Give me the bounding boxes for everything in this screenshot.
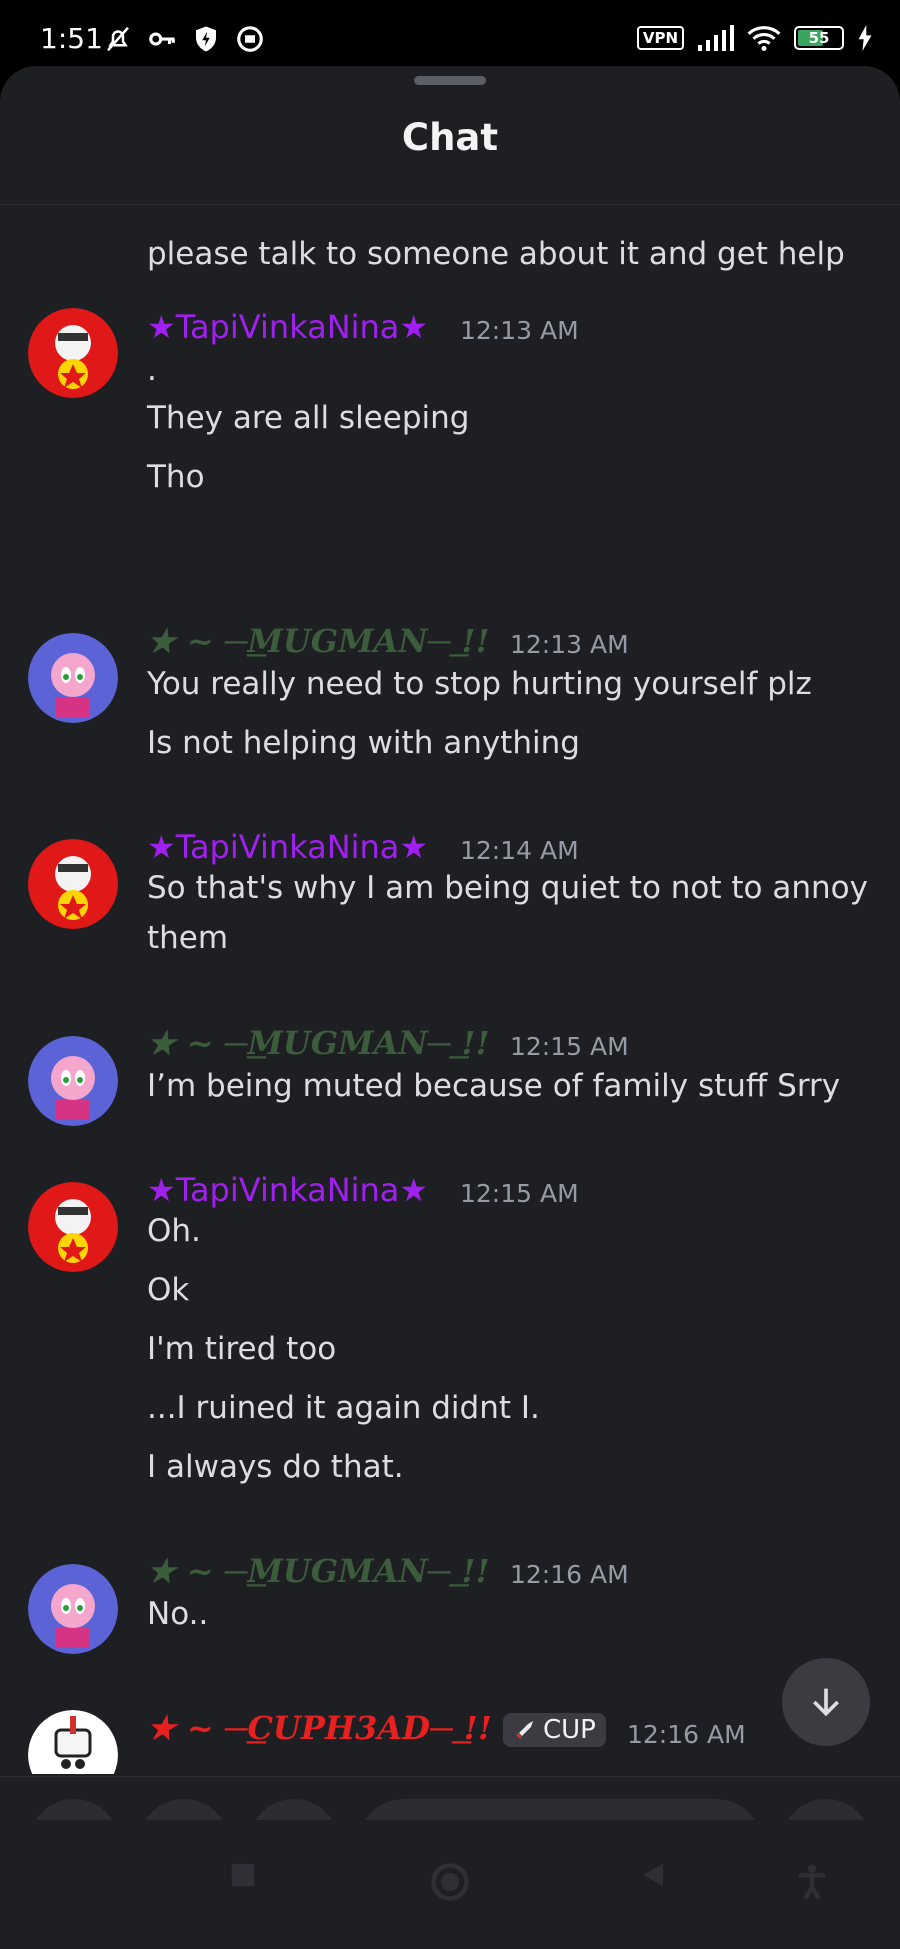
message-text: please talk to someone about it and get … <box>147 236 845 272</box>
message-text: Ok <box>147 1272 190 1308</box>
message-timestamp: 12:13 AM <box>460 316 579 345</box>
message-timestamp: 12:16 AM <box>627 1720 746 1749</box>
page-title: Chat <box>401 116 499 159</box>
avatar[interactable] <box>28 1710 118 1774</box>
message-text: I always do that. <box>147 1449 404 1485</box>
message-text: I’m being muted because of family stuff … <box>147 1068 841 1104</box>
battery-percent: 55 <box>808 29 830 47</box>
message-author[interactable]: ★TapiVinkaNina★ <box>147 1171 428 1209</box>
message-author[interactable]: ★ ~ ─͟CUPH3AD─͟ !! <box>147 1709 492 1747</box>
arrow-down-icon <box>813 1688 839 1717</box>
message-text: They are all sleeping <box>147 400 470 436</box>
system-navigation-bar <box>0 1820 900 1949</box>
message-author[interactable]: ★TapiVinkaNina★ <box>147 308 428 346</box>
battery-indicator: 55 <box>794 26 844 50</box>
record-icon <box>237 26 263 52</box>
message-text: You really need to stop hurting yourself… <box>147 666 812 702</box>
message-text: So that's why I am being quiet to not to… <box>147 870 868 906</box>
server-tag-label: CUP <box>543 1715 596 1745</box>
accessibility-button[interactable] <box>792 1860 832 1908</box>
signal-icon <box>698 25 734 51</box>
avatar[interactable] <box>28 308 118 398</box>
avatar[interactable] <box>28 1564 118 1654</box>
mute-bell-icon <box>107 26 129 52</box>
back-button[interactable] <box>638 1860 668 1894</box>
message-author[interactable]: ★ ~ ─͟MUGMAN─͟ !! <box>147 1552 490 1590</box>
message-text: Oh. <box>147 1213 201 1249</box>
chat-sheet: Chat please talk to someone about it and… <box>0 66 900 1949</box>
message-timestamp: 12:15 AM <box>510 1032 629 1061</box>
jump-to-bottom-button[interactable] <box>782 1658 870 1746</box>
avatar[interactable] <box>28 633 118 723</box>
message-author[interactable]: ★ ~ ─͟MUGMAN─͟ !! <box>147 1024 490 1062</box>
server-tag-badge[interactable]: CUP <box>503 1713 606 1747</box>
sheet-drag-handle[interactable] <box>414 76 486 85</box>
message-timestamp: 12:15 AM <box>460 1179 579 1208</box>
message-text: No.. <box>147 1596 209 1632</box>
message-timestamp: 12:13 AM <box>510 630 629 659</box>
charging-bolt-icon <box>858 25 872 51</box>
circle-icon <box>431 1863 469 1901</box>
avatar[interactable] <box>28 1182 118 1272</box>
key-icon <box>149 32 175 46</box>
message-text: I'm tired too <box>147 1331 337 1367</box>
message-text: them <box>147 920 229 956</box>
message-timestamp: 12:16 AM <box>510 1560 629 1589</box>
message-list[interactable]: please talk to someone about it and get … <box>0 204 900 1774</box>
square-icon <box>231 1863 255 1887</box>
triangle-back-icon <box>643 1863 663 1887</box>
wifi-icon <box>747 26 781 52</box>
message-author[interactable]: ★TapiVinkaNina★ <box>147 828 428 866</box>
avatar[interactable] <box>28 1036 118 1126</box>
recents-button[interactable] <box>228 1860 258 1894</box>
message-text: ...I ruined it again didnt I. <box>147 1390 540 1426</box>
accessibility-icon <box>798 1864 826 1900</box>
avatar[interactable] <box>28 839 118 929</box>
message-text: . <box>147 352 157 388</box>
message-text: Tho <box>147 459 205 495</box>
home-button[interactable] <box>428 1860 472 1908</box>
message-text: Is not helping with anything <box>147 725 580 761</box>
vpn-badge: VPN <box>636 26 684 50</box>
shield-bolt-icon <box>196 26 216 52</box>
sword-icon <box>516 1721 533 1739</box>
status-time: 1:51 <box>40 22 103 55</box>
message-author[interactable]: ★ ~ ─͟MUGMAN─͟ !! <box>147 622 490 660</box>
message-timestamp: 12:14 AM <box>460 836 579 865</box>
